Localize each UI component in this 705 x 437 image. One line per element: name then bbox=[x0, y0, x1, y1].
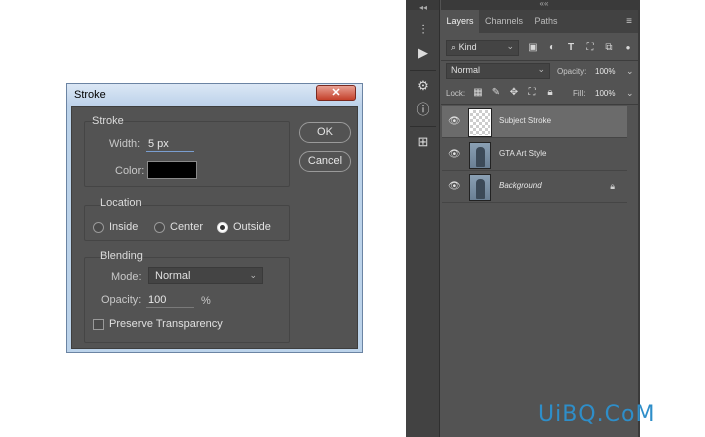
stroke-dialog: Stroke ✕ Stroke Width: 5 px Color: Locat… bbox=[66, 83, 363, 353]
dialog-body: Stroke Width: 5 px Color: Location Insid… bbox=[71, 106, 358, 349]
smart-object-filter-icon[interactable]: ⧉ bbox=[603, 42, 615, 54]
collapse-icon[interactable]: ◂◂ bbox=[415, 0, 431, 16]
eye-icon[interactable]: 👁︎ bbox=[448, 181, 461, 193]
panel-edge bbox=[638, 0, 640, 437]
blend-mode-select[interactable]: Normal ⌄ bbox=[148, 267, 263, 284]
lock-artboard-icon[interactable]: ⛶ bbox=[526, 87, 538, 99]
filter-toggle-icon[interactable]: ● bbox=[622, 42, 634, 54]
width-label: Width: bbox=[109, 138, 141, 150]
opacity-field-underline bbox=[146, 307, 194, 308]
dialog-title: Stroke bbox=[74, 89, 106, 101]
chevron-down-icon: ⌄ bbox=[506, 41, 514, 51]
chevron-down-icon: ⌄ bbox=[537, 64, 545, 74]
eye-icon[interactable]: 👁︎ bbox=[448, 116, 461, 128]
lock-image-pixels-icon[interactable]: ✎ bbox=[490, 87, 502, 99]
opacity-unit: % bbox=[201, 295, 211, 307]
fill-label: Fill: bbox=[573, 89, 586, 98]
chevron-down-icon: ⌄ bbox=[249, 270, 257, 280]
layer-opacity-label: Opacity: bbox=[557, 67, 587, 76]
lock-transparent-pixels-icon[interactable]: ▦ bbox=[472, 87, 484, 99]
layer-name: Background bbox=[499, 181, 542, 190]
ok-button[interactable]: OK bbox=[299, 122, 351, 143]
tool-separator bbox=[410, 70, 436, 71]
panel-topbar: «« bbox=[441, 0, 638, 10]
tab-paths[interactable]: Paths bbox=[529, 10, 563, 33]
layer-blend-mode-value: Normal bbox=[451, 65, 481, 75]
stroke-color-swatch[interactable] bbox=[147, 161, 197, 179]
radio-outside-label: Outside bbox=[233, 221, 271, 233]
layer-name: GTA Art Style bbox=[499, 149, 547, 158]
layer-thumbnail bbox=[468, 108, 492, 137]
layer-blend-mode-select[interactable]: Normal ⌄ bbox=[446, 63, 550, 79]
properties-icon[interactable]: ⫶ bbox=[415, 22, 431, 38]
filter-kind-label: Kind bbox=[458, 42, 477, 52]
layer-thumbnail bbox=[469, 142, 491, 169]
width-field-underline bbox=[146, 151, 194, 152]
shape-filter-icon[interactable]: ⛶ bbox=[584, 42, 596, 54]
color-label: Color: bbox=[115, 165, 145, 177]
location-group-title: Location bbox=[100, 197, 142, 209]
cancel-button[interactable]: Cancel bbox=[299, 151, 351, 172]
adjustment-filter-icon[interactable]: ◐ bbox=[546, 42, 558, 54]
opacity-label: Opacity: bbox=[101, 294, 142, 306]
adjustments-icon[interactable]: ⊞ bbox=[415, 134, 431, 150]
lock-icon: 🔒︎ bbox=[610, 181, 615, 191]
layer-row[interactable]: 👁︎ Background 🔒︎ bbox=[442, 171, 627, 203]
blending-group-title: Blending bbox=[100, 250, 143, 262]
opacity-field[interactable]: 100 bbox=[148, 294, 166, 306]
tab-channels[interactable]: Channels bbox=[481, 10, 527, 33]
image-filter-icon[interactable]: ▣ bbox=[527, 42, 539, 54]
panel-menu-icon[interactable]: ≡ bbox=[626, 16, 632, 27]
search-icon: ⌕ bbox=[451, 42, 457, 52]
lock-all-icon[interactable]: 🔒︎ bbox=[544, 87, 556, 99]
type-filter-icon[interactable]: T bbox=[565, 42, 577, 54]
eye-icon[interactable]: 👁︎ bbox=[448, 149, 461, 161]
layer-opacity-value[interactable]: 100% bbox=[595, 67, 615, 76]
lock-label: Lock: bbox=[446, 89, 466, 98]
layer-thumbnail bbox=[469, 174, 491, 201]
radio-inside[interactable] bbox=[93, 222, 104, 233]
play-icon[interactable]: ▶ bbox=[415, 45, 431, 61]
close-button[interactable]: ✕ bbox=[316, 85, 356, 101]
radio-center[interactable] bbox=[154, 222, 165, 233]
divider bbox=[441, 104, 638, 105]
tab-layers[interactable]: Layers bbox=[441, 10, 479, 33]
filter-kind-select[interactable]: ⌕ Kind ⌄ bbox=[446, 40, 519, 56]
layer-row[interactable]: 👁︎ GTA Art Style bbox=[442, 139, 627, 171]
radio-inside-label: Inside bbox=[109, 221, 139, 233]
dialog-title-bar[interactable]: Stroke ✕ bbox=[67, 84, 362, 106]
tool-separator bbox=[410, 126, 436, 127]
channels-icon[interactable]: ⚙ bbox=[415, 78, 431, 94]
blend-mode-value: Normal bbox=[155, 270, 191, 282]
panel-tabs: Layers Channels Paths ≡ bbox=[441, 10, 638, 33]
fill-value[interactable]: 100% bbox=[595, 89, 615, 98]
lock-position-icon[interactable]: ✥ bbox=[508, 87, 520, 99]
layer-name: Subject Stroke bbox=[499, 116, 552, 125]
radio-center-label: Center bbox=[170, 221, 204, 233]
info-icon[interactable]: ⓘ bbox=[415, 102, 431, 118]
width-field[interactable]: 5 px bbox=[148, 138, 169, 150]
layer-row[interactable]: 👁︎ Subject Stroke bbox=[442, 106, 627, 138]
preserve-transparency-label: Preserve Transparency bbox=[109, 318, 223, 330]
watermark-logo: UiBQ.CoM bbox=[538, 402, 656, 427]
mode-label: Mode: bbox=[111, 271, 142, 283]
stroke-group-title: Stroke bbox=[92, 115, 124, 127]
chevron-down-icon[interactable]: ⌄ bbox=[626, 66, 634, 77]
radio-outside[interactable] bbox=[217, 222, 228, 233]
chevron-down-icon[interactable]: ⌄ bbox=[626, 88, 634, 99]
divider bbox=[441, 60, 638, 61]
layers-panel: «« Layers Channels Paths ≡ ⌕ Kind ⌄ ▣ ◐ … bbox=[441, 0, 638, 437]
photoshop-panel-dock: ◂◂ ⫶ ▶ ⚙ ⓘ ⊞ «« Layers Channels Paths ≡ … bbox=[406, 0, 638, 437]
collapse-panel-icon[interactable]: «« bbox=[540, 0, 549, 8]
preserve-transparency-checkbox[interactable] bbox=[93, 319, 104, 330]
collapsed-panel-strip: ◂◂ ⫶ ▶ ⚙ ⓘ ⊞ bbox=[406, 0, 440, 437]
